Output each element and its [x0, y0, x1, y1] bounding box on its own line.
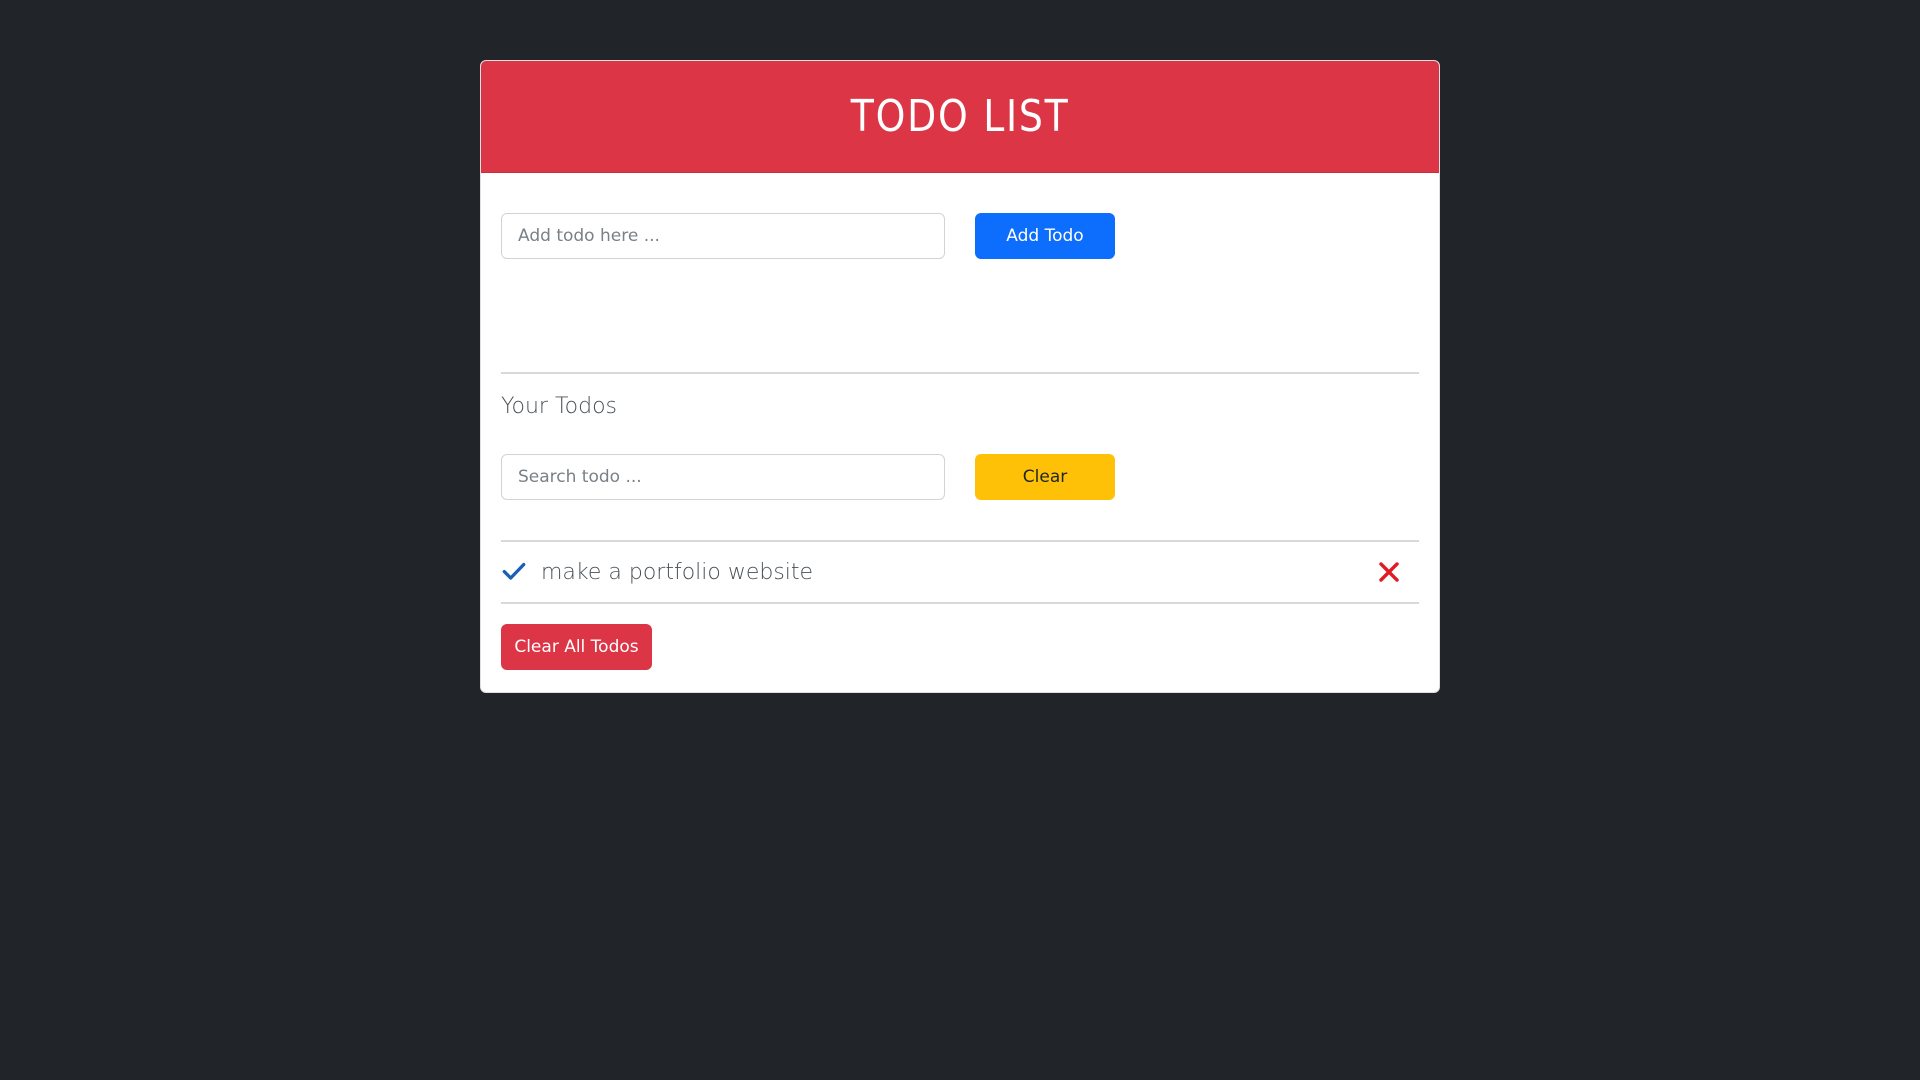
footer-row: Clear All Todos — [501, 624, 652, 670]
todo-text: make a portfolio website — [541, 559, 814, 585]
todos-section-title: Your Todos — [501, 394, 618, 419]
todo-item: make a portfolio website — [501, 542, 1419, 602]
add-todo-row: Add todo here ... Add Todo — [501, 213, 1115, 259]
page-title: TODO LIST — [850, 91, 1070, 142]
clear-all-todos-button[interactable]: Clear All Todos — [501, 624, 652, 670]
list-bottom-divider — [501, 602, 1419, 604]
search-row: Search todo ... Clear — [501, 454, 1115, 500]
search-input[interactable]: Search todo ... — [501, 454, 945, 500]
add-todo-button[interactable]: Add Todo — [975, 213, 1115, 259]
close-icon[interactable] — [1377, 560, 1401, 584]
clear-search-button[interactable]: Clear — [975, 454, 1115, 500]
todo-card: TODO LIST Add todo here ... Add Todo You… — [480, 60, 1440, 693]
check-icon[interactable] — [501, 558, 527, 584]
add-todo-input[interactable]: Add todo here ... — [501, 213, 945, 259]
card-header: TODO LIST — [481, 61, 1439, 173]
section-divider — [501, 372, 1419, 374]
